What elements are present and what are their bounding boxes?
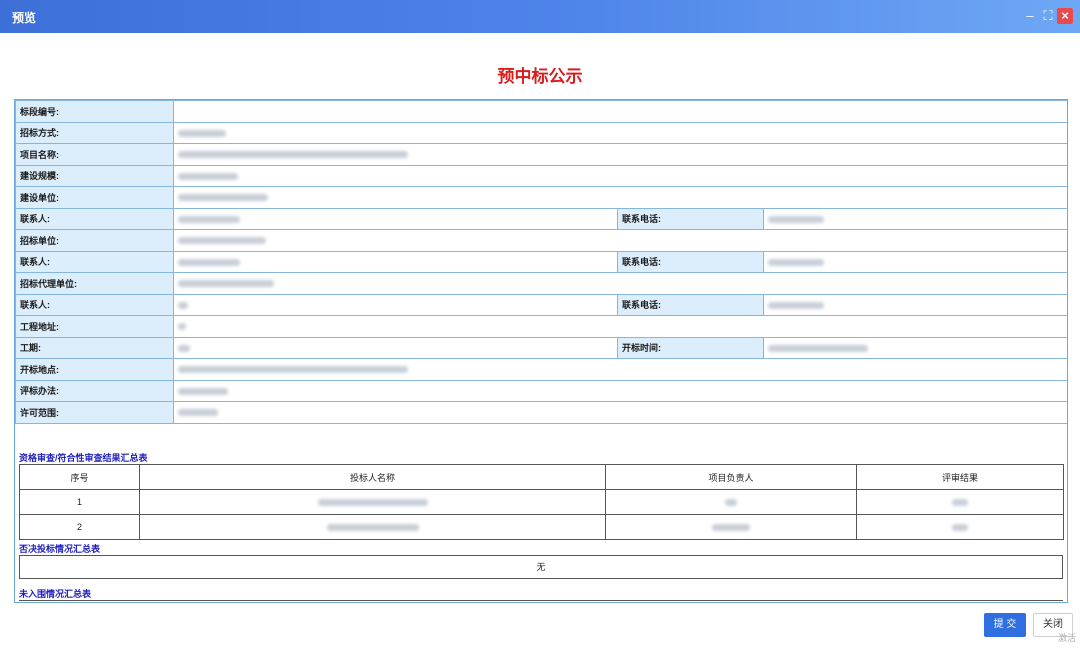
window-title: 预览 [12,11,37,25]
field-value [173,379,1067,402]
content-frame: 标段编号: 招标方式: 项目名称: 建设规模: 建设单位: 联系人: 联系电话: 招标单位: 联… [14,99,1068,603]
field-label: 招标方式: [15,121,174,144]
table-row: 2 [19,514,1064,540]
header-review-result: 评审结果 [856,464,1064,490]
field-label: 联系电话: [617,293,764,316]
info-row: 联系人: 联系电话: [15,250,1067,273]
field-label: 工期: [15,336,174,359]
info-row: 评标办法: [15,379,1067,402]
table-header-row: 序号 投标人名称 项目负责人 评审结果 [19,464,1064,490]
info-row: 招标代理单位: [15,272,1067,295]
table-row: 1 [19,489,1064,515]
field-label: 联系人: [15,207,174,230]
info-row: 许可范围: [15,401,1067,424]
field-label: 评标办法: [15,379,174,402]
qualification-table-title: 资格审查/符合性审查结果汇总表 [19,453,148,463]
field-value [173,186,1067,209]
field-value [173,272,1067,295]
info-row: 项目名称: [15,143,1067,166]
field-value [173,143,1067,166]
field-value [763,207,1067,230]
header-bidder-name: 投标人名称 [139,464,606,490]
field-label: 项目名称: [15,143,174,166]
field-value [173,121,1067,144]
field-label: 联系电话: [617,207,764,230]
info-row: 工程地址: [15,315,1067,338]
field-value [173,336,618,359]
field-label: 许可范围: [15,401,174,424]
field-value [173,358,1067,381]
field-value [173,100,1067,123]
field-label: 工程地址: [15,315,174,338]
field-label: 联系电话: [617,250,764,273]
info-table: 标段编号: 招标方式: 项目名称: 建设规模: 建设单位: 联系人: 联系电话: 招标单位: 联… [15,100,1067,424]
info-row: 标段编号: [15,100,1067,123]
field-label: 联系人: [15,293,174,316]
not-shortlisted-title: 未入围情况汇总表 [19,589,92,599]
info-row: 招标方式: [15,121,1067,144]
field-label: 联系人: [15,250,174,273]
window-titlebar: 预览 – ⛶ × [0,0,1080,33]
qualification-table: 序号 投标人名称 项目负责人 评审结果 1 2 [19,464,1064,540]
rejection-table-title: 否决投标情况汇总表 [19,544,101,554]
info-row: 联系人: 联系电话: [15,293,1067,316]
field-label: 开标时间: [617,336,764,359]
field-value [173,293,618,316]
field-label: 招标代理单位: [15,272,174,295]
header-index: 序号 [19,464,140,490]
field-label: 建设单位: [15,186,174,209]
info-row: 建设单位: [15,186,1067,209]
info-row: 联系人: 联系电话: [15,207,1067,230]
field-label: 开标地点: [15,358,174,381]
field-value [173,401,1067,424]
row-index: 2 [19,514,140,540]
watermark-text: 激活 [1058,633,1077,643]
minimize-icon[interactable]: – [1022,8,1038,24]
header-project-leader: 项目负责人 [605,464,857,490]
field-value [763,336,1067,359]
field-value [173,207,618,230]
row-index: 1 [19,489,140,515]
field-value [173,164,1067,187]
field-value [173,229,1067,252]
field-value [173,250,618,273]
field-value [173,315,1067,338]
page-title: 预中标公示 [497,67,583,86]
field-label: 招标单位: [15,229,174,252]
info-row: 工期: 开标时间: [15,336,1067,359]
info-row: 招标单位: [15,229,1067,252]
field-label: 建设规模: [15,164,174,187]
submit-button[interactable]: 提 交 [984,613,1026,637]
info-row: 开标地点: [15,358,1067,381]
rejection-value: 无 [19,555,1063,579]
field-label: 标段编号: [15,100,174,123]
maximize-icon[interactable]: ⛶ [1040,8,1056,24]
field-value [763,250,1067,273]
close-icon[interactable]: × [1057,8,1073,24]
info-row: 建设规模: [15,164,1067,187]
divider [19,600,1063,601]
field-value [763,293,1067,316]
